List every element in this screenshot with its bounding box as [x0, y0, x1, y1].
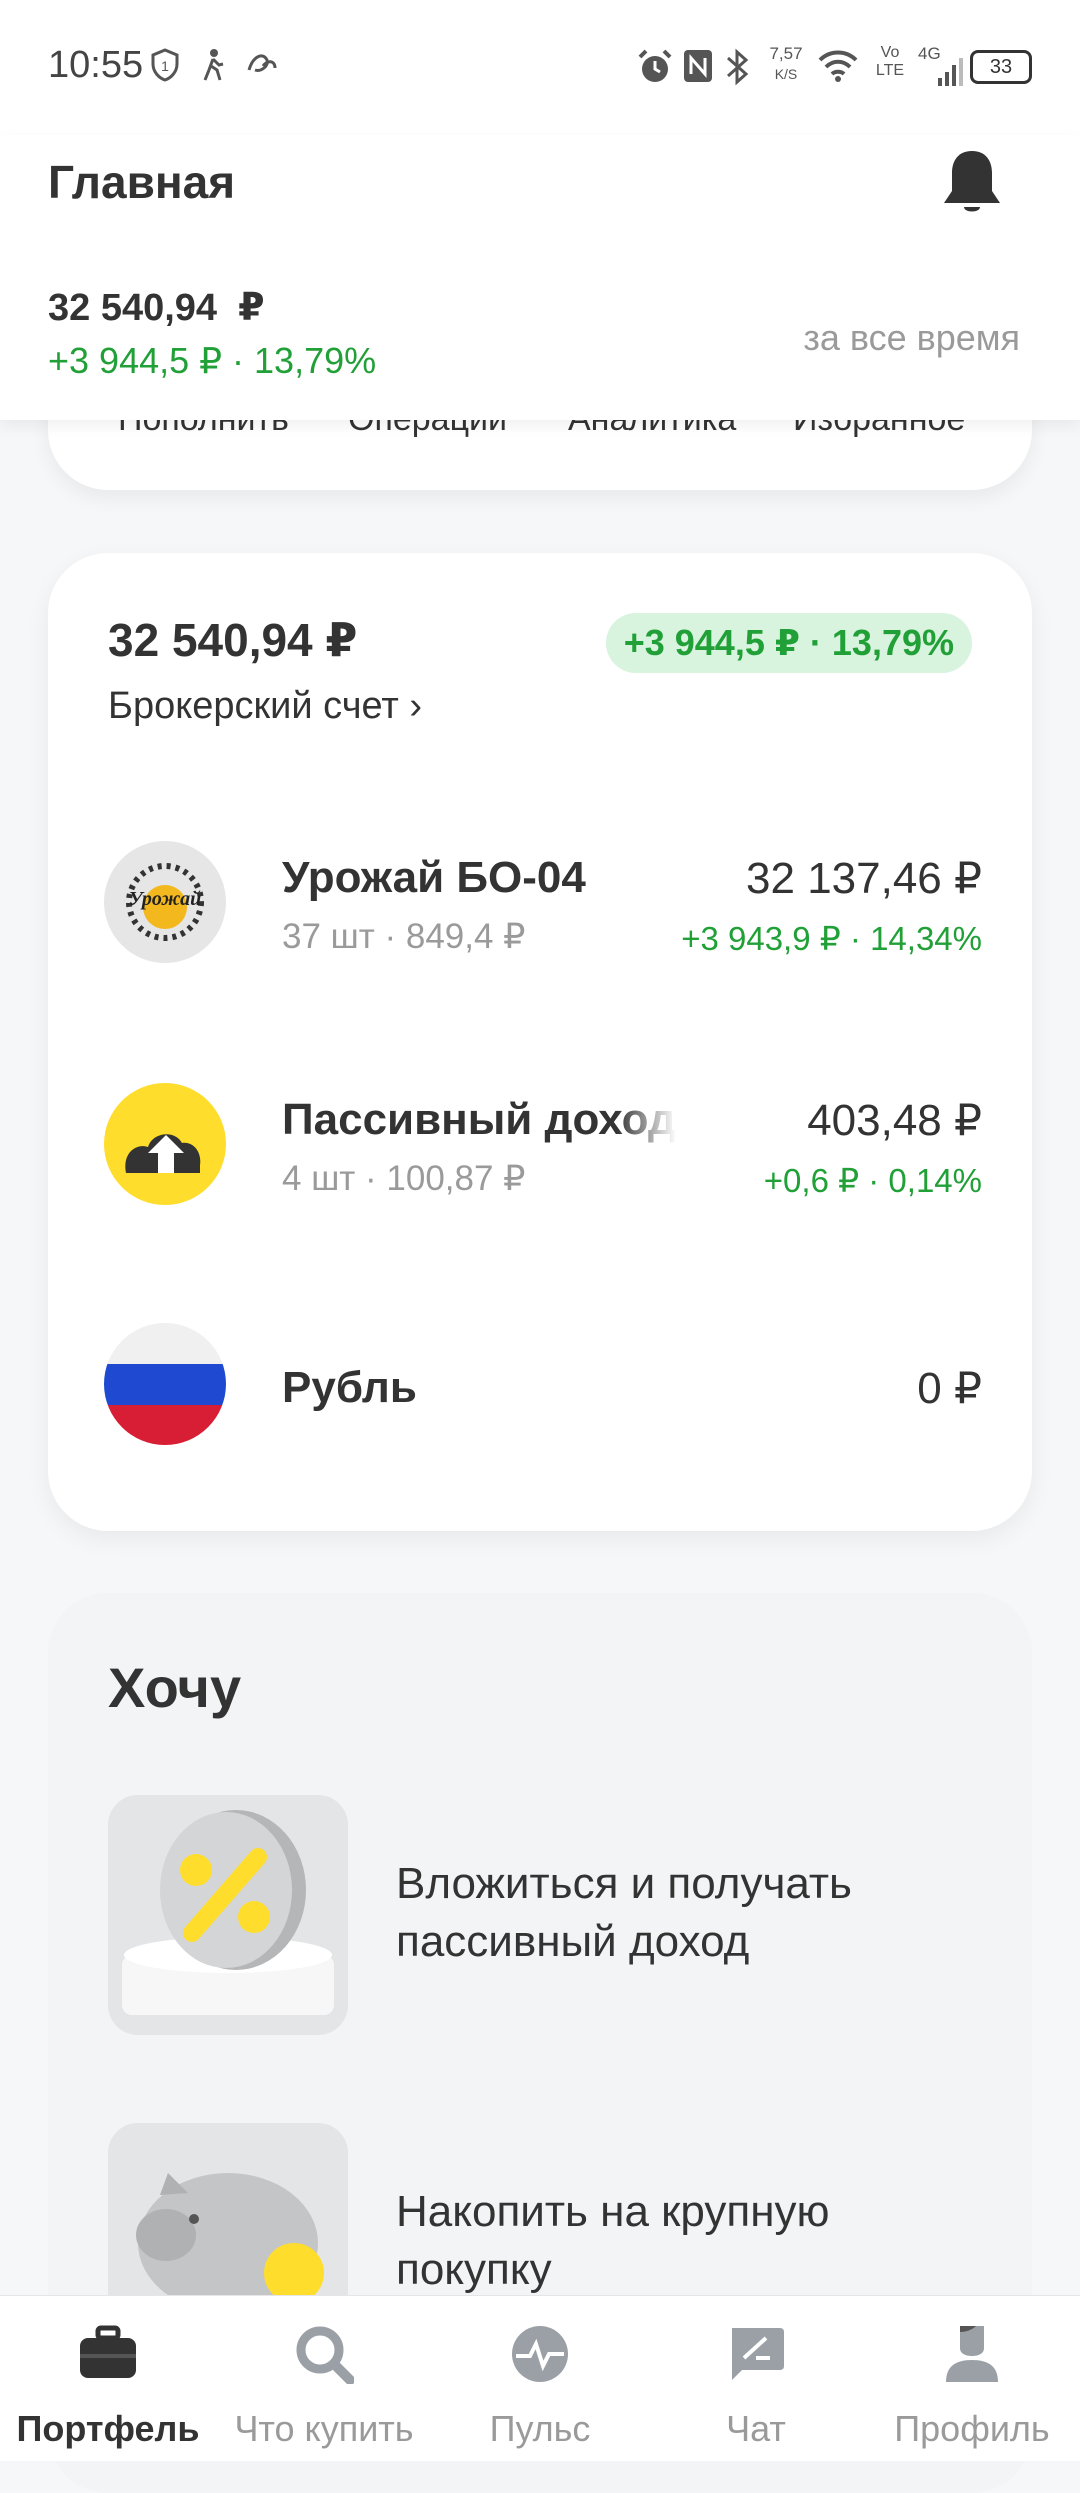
search-icon — [296, 2326, 354, 2384]
svg-text:1: 1 — [161, 58, 169, 74]
asset-name: Урожай БО-04 — [282, 853, 586, 902]
volte-indicator: Vo LTE — [875, 44, 905, 79]
percent-coin-image — [108, 1795, 348, 2035]
tab-label: Пульс — [489, 2408, 591, 2449]
wants-title: Хочу — [108, 1656, 242, 1719]
asset-quantity-price: 4 шт · 100,87 ₽ — [282, 1159, 526, 1198]
asset-change: +3 943,9 ₽ · 14,34% — [681, 920, 982, 957]
period-selector[interactable]: за все время — [803, 317, 1020, 359]
walk-icon — [203, 49, 224, 81]
tab-profile[interactable]: Профиль — [864, 2296, 1080, 2461]
want-item-passive-income[interactable]: Вложиться и получать пассивный доход — [48, 1795, 1032, 2035]
asset-quantity-price: 37 шт · 849,4 ₽ — [282, 917, 526, 956]
portfolio-total: 32 540,94 ₽ — [48, 287, 265, 329]
asset-value: 32 137,46 ₽ — [746, 854, 982, 903]
account-total: 32 540,94 ₽ — [108, 614, 358, 666]
bell-icon[interactable] — [940, 147, 1004, 217]
asset-value: 0 ₽ — [917, 1364, 982, 1413]
status-bar: 10:55 1 7,57 K/S Vo LTE 4G 33 — [0, 0, 1080, 135]
battery-icon: 33 — [970, 50, 1032, 84]
tab-what-to-buy[interactable]: Что купить — [216, 2296, 432, 2461]
tab-chat[interactable]: Чат — [648, 2296, 864, 2461]
asset-value: 403,48 ₽ — [807, 1096, 982, 1145]
asset-name: Рубль — [282, 1363, 417, 1412]
broker-account-card: 32 540,94 ₽ +3 944,5 ₽ · 13,79% Брокерск… — [48, 553, 1032, 1531]
account-name-link[interactable]: Брокерский счет › — [108, 685, 422, 728]
shield-icon: 1 — [151, 48, 179, 82]
asset-row-urozhai[interactable]: Урожай Урожай БО-04 37 шт · 849,4 ₽ 32 1… — [48, 841, 1032, 971]
tab-label: Что купить — [234, 2408, 414, 2449]
header: Главная 32 540,94 ₽ +3 944,5 ₽ · 13,79% … — [0, 135, 1080, 420]
bottom-tab-bar: Портфель Что купить Пульс Чат Профиль — [0, 2295, 1080, 2461]
signal-icon — [938, 58, 963, 86]
asset-name: Пассивный доход — [282, 1095, 676, 1144]
briefcase-icon — [80, 2325, 136, 2378]
tab-label: Чат — [726, 2408, 786, 2449]
tab-label: Профиль — [894, 2408, 1050, 2449]
nfc-icon — [684, 50, 712, 82]
wifi-icon — [818, 50, 858, 82]
russia-flag-icon — [104, 1323, 226, 1445]
chat-icon — [732, 2328, 784, 2380]
tab-pulse[interactable]: Пульс — [432, 2296, 648, 2461]
want-item-text: Вложиться и получать пассивный доход — [396, 1859, 852, 1966]
tab-portfolio[interactable]: Портфель — [0, 2296, 216, 2461]
app-logo-icon — [247, 54, 277, 72]
asset-row-ruble[interactable]: Рубль 0 ₽ — [48, 1323, 1032, 1453]
profile-icon — [946, 2326, 998, 2382]
account-profit-badge: +3 944,5 ₽ · 13,79% — [605, 613, 972, 673]
page-title: Главная — [48, 156, 236, 208]
want-item-text: Накопить на крупную покупку — [396, 2187, 830, 2294]
alarm-icon — [638, 49, 672, 82]
bluetooth-icon — [727, 48, 749, 86]
net-speed: 7,57 K/S — [769, 44, 803, 82]
status-time: 10:55 — [48, 44, 144, 86]
tab-label: Портфель — [16, 2408, 200, 2449]
pulse-icon — [512, 2326, 568, 2382]
passive-income-logo — [104, 1083, 226, 1205]
asset-row-passive-income[interactable]: Пассивный доход 4 шт · 100,87 ₽ 403,48 ₽… — [48, 1083, 1032, 1213]
urozhai-logo-text: Урожай — [129, 888, 202, 910]
asset-change: +0,6 ₽ · 0,14% — [763, 1162, 982, 1199]
battery-level: 33 — [989, 56, 1013, 78]
portfolio-delta: +3 944,5 ₽ · 13,79% — [48, 340, 377, 381]
urozhai-logo: Урожай — [104, 841, 226, 963]
